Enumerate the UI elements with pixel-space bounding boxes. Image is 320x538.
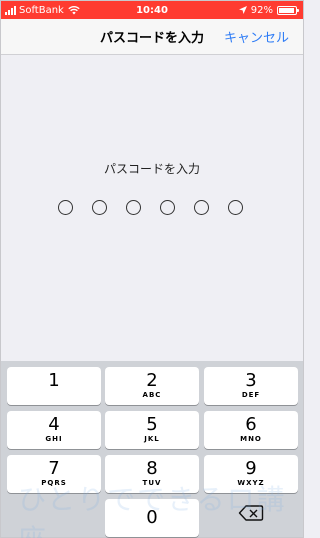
key-digit: 9 — [245, 458, 257, 479]
key-letters: ABC — [142, 391, 162, 399]
key-digit: 4 — [48, 414, 60, 435]
key-7[interactable]: 7 PQRS — [7, 455, 101, 493]
battery-icon — [277, 5, 299, 15]
passcode-dots — [58, 200, 243, 215]
key-letters: TUV — [142, 479, 162, 487]
passcode-prompt: パスコードを入力 — [103, 162, 200, 176]
key-5[interactable]: 5 JKL — [105, 411, 199, 449]
passcode-dot — [126, 200, 141, 215]
key-2[interactable]: 2 ABC — [105, 367, 199, 405]
key-9[interactable]: 9 WXYZ — [204, 455, 298, 493]
key-letters: GHI — [45, 435, 63, 443]
key-6[interactable]: 6 MNO — [204, 411, 298, 449]
key-0[interactable]: 0 — [105, 499, 199, 537]
key-digit: 3 — [245, 370, 257, 391]
key-digit: 1 — [48, 370, 60, 391]
passcode-dot — [92, 200, 107, 215]
key-digit: 7 — [48, 458, 60, 479]
key-digit: 5 — [146, 414, 158, 435]
key-1[interactable]: 1 — [7, 367, 101, 405]
key-4[interactable]: 4 GHI — [7, 411, 101, 449]
cancel-button[interactable]: キャンセル — [224, 27, 289, 46]
key-letters: JKL — [144, 435, 160, 443]
passcode-dot — [160, 200, 175, 215]
key-letters: WXYZ — [237, 479, 265, 487]
key-digit: 0 — [146, 507, 158, 528]
navigation-bar: パスコードを入力 キャンセル — [1, 19, 303, 55]
key-letters: PQRS — [41, 479, 67, 487]
key-3[interactable]: 3 DEF — [204, 367, 298, 405]
passcode-dot — [228, 200, 243, 215]
key-digit: 6 — [245, 414, 257, 435]
location-arrow-icon — [238, 6, 247, 14]
battery-percent: 92% — [250, 4, 273, 16]
key-digit: 2 — [146, 370, 158, 391]
key-digit: 8 — [146, 458, 158, 479]
passcode-dot — [194, 200, 209, 215]
status-bar: SoftBank 10:40 92% — [1, 1, 303, 19]
battery-level-fill — [279, 7, 294, 13]
backspace-icon[interactable] — [238, 504, 264, 522]
key-letters: MNO — [240, 435, 262, 443]
key-letters: DEF — [241, 391, 261, 399]
key-8[interactable]: 8 TUV — [105, 455, 199, 493]
passcode-dot — [58, 200, 73, 215]
